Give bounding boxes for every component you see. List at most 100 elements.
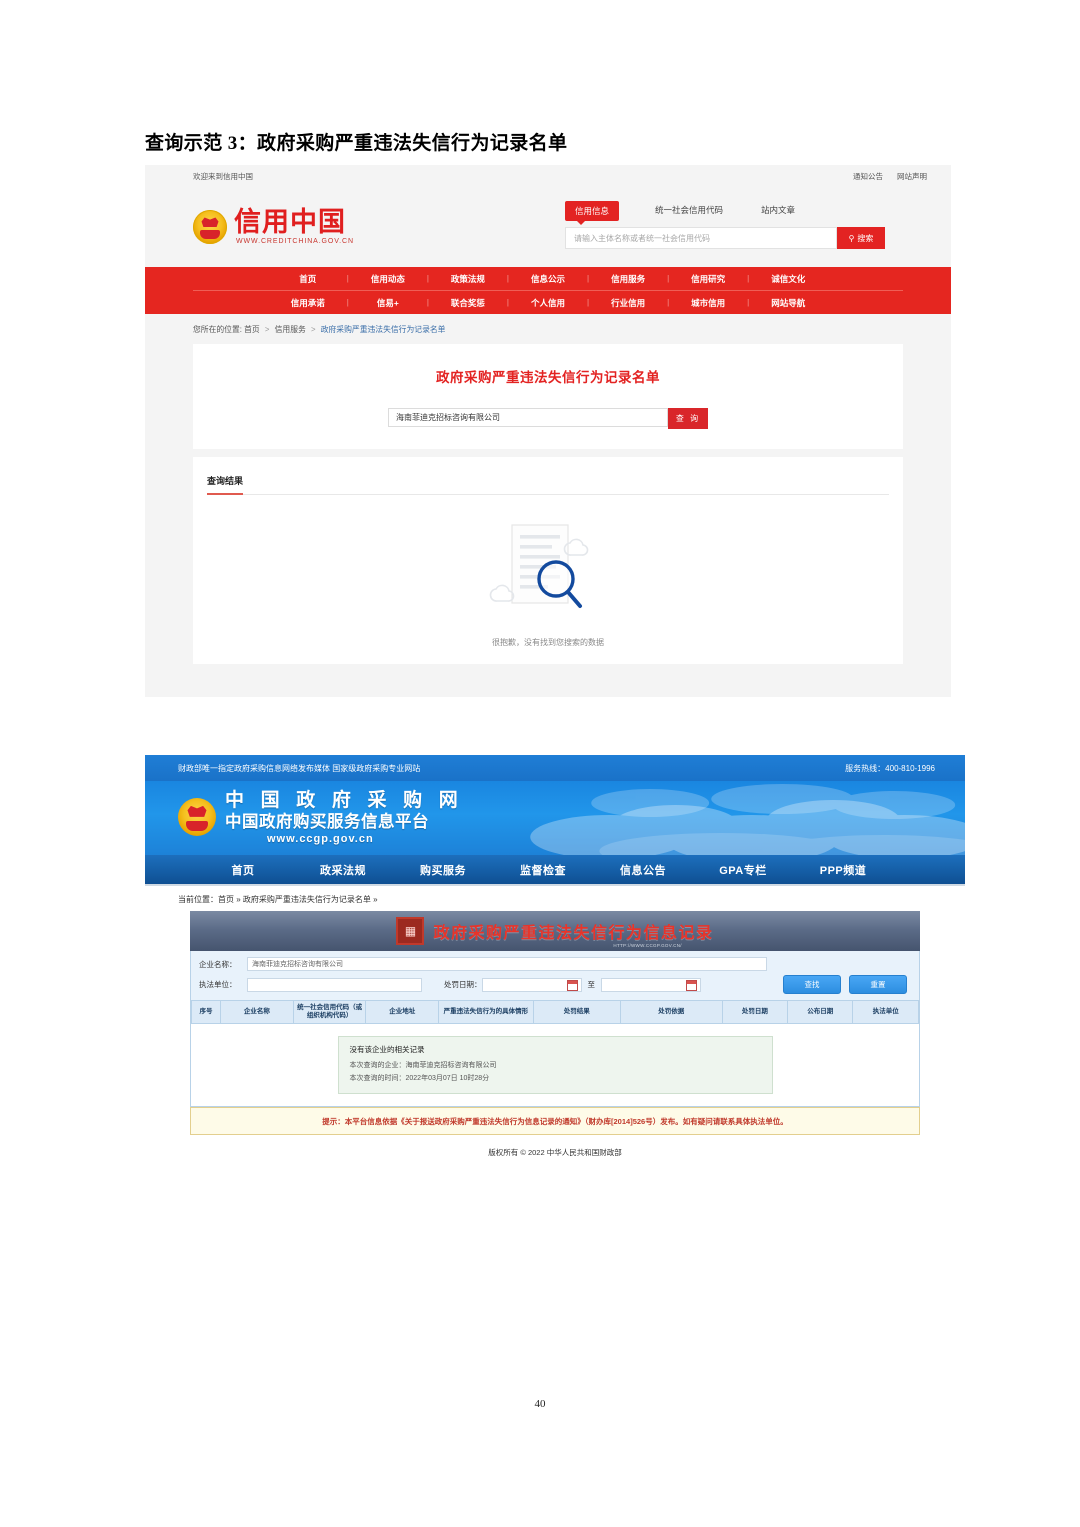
ccgp-nav-regulations[interactable]: 政采法规 bbox=[293, 862, 393, 878]
search-button[interactable]: 查找 bbox=[783, 975, 841, 994]
ccgp-nav-home[interactable]: 首页 bbox=[193, 862, 293, 878]
tab-site-articles[interactable]: 站内文章 bbox=[759, 201, 797, 219]
breadcrumb-item-service[interactable]: 信用服务 bbox=[275, 325, 306, 334]
creditchina-searchbox: 信用信息 统一社会信用代码 站内文章 请输入主体名称或者统一社会信用代码 ⚲ 搜… bbox=[565, 201, 885, 249]
search-tabs: 信用信息 统一社会信用代码 站内文章 bbox=[565, 201, 885, 225]
nav-item-credit-service[interactable]: 信用服务 bbox=[589, 273, 667, 285]
col-penalty-basis: 处罚依据 bbox=[619, 999, 723, 1025]
cloud-background bbox=[529, 784, 965, 855]
agency-input[interactable] bbox=[247, 977, 422, 992]
col-unified-code: 统一社会信用代码（或组织机构代码） bbox=[292, 999, 367, 1025]
calendar-icon[interactable] bbox=[566, 980, 578, 991]
search-button[interactable]: ⚲ 搜索 bbox=[837, 227, 885, 249]
topbar-link-notice[interactable]: 通知公告 bbox=[853, 171, 883, 182]
creditchina-nav: 首页 | 信用动态 | 政策法规 | 信息公示 | 信用服务 | 信用研究 | 诚信文化 信… bbox=[145, 267, 951, 314]
nav-item-city-credit[interactable]: 城市信用 bbox=[669, 297, 747, 309]
ccgp-title-secondary: 中国政府购买服务信息平台 bbox=[225, 811, 429, 831]
form-row-agency-date: 执法单位： 处罚日期： 至 查找 重置 bbox=[199, 975, 911, 994]
nav-item-personal-credit[interactable]: 个人信用 bbox=[509, 297, 587, 309]
ccgp-banner: 中 国 政 府 采 购 网 中国政府购买服务信息平台 www.ccgp.gov.… bbox=[145, 781, 965, 855]
nav-item-site-map[interactable]: 网站导航 bbox=[749, 297, 827, 309]
records-table: 序号 企业名称 统一社会信用代码（或组织机构代码） 企业地址 严重违法失信行为的… bbox=[190, 999, 919, 1025]
tab-credit-info[interactable]: 信用信息 bbox=[565, 201, 620, 225]
queried-company: 本次查询的企业：海南菲迪克招标咨询有限公司 bbox=[349, 1062, 497, 1070]
page-number: 40 bbox=[534, 1398, 546, 1410]
no-record-title: 没有该企业的相关记录 bbox=[349, 1045, 425, 1055]
reset-button[interactable]: 重置 bbox=[849, 975, 907, 994]
breadcrumb-item-home[interactable]: 首页 bbox=[244, 325, 260, 334]
breadcrumb-item-current: 政府采购严重违法失信行为记录名单 bbox=[320, 325, 446, 334]
topbar-links: 通知公告 网站声明 bbox=[853, 171, 927, 182]
col-penalty-date: 处罚日期 bbox=[721, 999, 789, 1025]
date-from-input[interactable] bbox=[481, 977, 582, 992]
col-violation: 严重违法失信行为的具体情形 bbox=[438, 999, 534, 1025]
ccgp-url: www.ccgp.gov.cn bbox=[267, 832, 374, 845]
ccgp-nav-gpa[interactable]: GPA专栏 bbox=[693, 862, 793, 878]
col-penalty-result: 处罚结果 bbox=[532, 999, 621, 1025]
queried-time: 本次查询的时间：2022年03月07日 10时28分 bbox=[349, 1075, 490, 1083]
company-name-input[interactable]: 海南菲迪克招标咨询有限公司 bbox=[247, 957, 767, 971]
query-card: 政府采购严重违法失信行为记录名单 海南菲迪克招标咨询有限公司 查 询 bbox=[193, 344, 903, 449]
ccgp-nav-supervision[interactable]: 监督检查 bbox=[493, 862, 593, 878]
ccgp-nav: 首页 政采法规 购买服务 监督检查 信息公告 GPA专栏 PPP频道 bbox=[145, 855, 965, 886]
screenshot-ccgp: 财政部唯一指定政府采购信息网络发布媒体 国家级政府采购专业网站 服务热线：400… bbox=[145, 755, 965, 1220]
nav-item-credit-commitment[interactable]: 信用承诺 bbox=[269, 297, 347, 309]
nav-item-credit-research[interactable]: 信用研究 bbox=[669, 273, 747, 285]
empty-state-text: 很抱歉，没有找到您搜索的数据 bbox=[492, 638, 604, 647]
search-icon: ⚲ bbox=[848, 233, 855, 243]
ccgp-topstrip: 财政部唯一指定政府采购信息网络发布媒体 国家级政府采购专业网站 服务热线：400… bbox=[145, 755, 965, 781]
search-button-label: 搜索 bbox=[857, 233, 874, 243]
company-query-input[interactable]: 海南菲迪克招标咨询有限公司 bbox=[388, 408, 668, 427]
ccgp-record-title: 政府采购严重违法失信行为信息记录 bbox=[433, 925, 714, 942]
nav-item-credit-news[interactable]: 信用动态 bbox=[349, 273, 427, 285]
nav-item-xinyi-plus[interactable]: 信易+ bbox=[349, 297, 427, 309]
breadcrumb-prefix: 您所在的位置: bbox=[193, 325, 242, 334]
ccgp-breadcrumb: 当前位置：首页 » 政府采购严重违法失信行为记录名单 » bbox=[178, 895, 378, 904]
nav-item-policy[interactable]: 政策法规 bbox=[429, 273, 507, 285]
empty-state: 很抱歉，没有找到您搜索的数据 bbox=[193, 495, 903, 648]
ccgp-record-titlebar: ▦ 政府采购严重违法失信行为信息记录 HTTP://WWW.CCGP.GOV.C… bbox=[190, 911, 920, 951]
national-emblem-icon bbox=[193, 210, 227, 244]
no-record-message: 没有该企业的相关记录 本次查询的企业：海南菲迪克招标咨询有限公司 本次查询的时间… bbox=[337, 1036, 773, 1095]
col-publish-date: 公布日期 bbox=[787, 999, 854, 1025]
query-button[interactable]: 查 询 bbox=[668, 408, 708, 429]
ccgp-nav-announcements[interactable]: 信息公告 bbox=[593, 862, 693, 878]
agency-label: 执法单位： bbox=[199, 980, 237, 989]
result-heading: 查询结果 bbox=[207, 474, 244, 495]
nav-item-industry-credit[interactable]: 行业信用 bbox=[589, 297, 667, 309]
penalty-date-label: 处罚日期： bbox=[444, 980, 482, 989]
topbar-link-statement[interactable]: 网站声明 bbox=[897, 171, 927, 182]
breadcrumb-separator: > bbox=[310, 325, 316, 334]
nav-item-joint-reward[interactable]: 联合奖惩 bbox=[429, 297, 507, 309]
calendar-icon[interactable] bbox=[686, 980, 697, 991]
col-enforcement-unit: 执法单位 bbox=[852, 999, 919, 1025]
table-header-row: 序号 企业名称 统一社会信用代码（或组织机构代码） 企业地址 严重违法失信行为的… bbox=[190, 999, 919, 1025]
search-input[interactable]: 请输入主体名称或者统一社会信用代码 bbox=[565, 227, 837, 249]
ccgp-nav-purchase-service[interactable]: 购买服务 bbox=[393, 862, 493, 878]
nav-row-primary: 首页 | 信用动态 | 政策法规 | 信息公示 | 信用服务 | 信用研究 | 诚信文化 bbox=[193, 267, 903, 291]
nav-item-integrity-culture[interactable]: 诚信文化 bbox=[749, 273, 827, 285]
breadcrumb: 您所在的位置: 首页 > 信用服务 > 政府采购严重违法失信行为记录名单 bbox=[145, 314, 951, 344]
creditchina-topbar: 欢迎来到信用中国 通知公告 网站声明 bbox=[145, 165, 951, 187]
ccgp-nav-ppp[interactable]: PPP频道 bbox=[793, 862, 893, 878]
ccgp-search-form: 企业名称： 海南菲迪克招标咨询有限公司 执法单位： 处罚日期： 至 查找 重置 bbox=[191, 951, 919, 1000]
page-title: 查询示范 3：政府采购严重违法失信行为记录名单 bbox=[145, 133, 568, 154]
col-index: 序号 bbox=[190, 999, 222, 1025]
date-to-input[interactable] bbox=[601, 977, 701, 992]
ccgp-copyright: 版权所有 © 2022 中华人民共和国财政部 bbox=[488, 1148, 622, 1158]
no-record-wrapper: 没有该企业的相关记录 本次查询的企业：海南菲迪克招标咨询有限公司 本次查询的时间… bbox=[191, 1024, 919, 1106]
tab-unified-code[interactable]: 统一社会信用代码 bbox=[653, 201, 725, 219]
col-company: 企业名称 bbox=[220, 999, 294, 1025]
nav-item-disclosure[interactable]: 信息公示 bbox=[509, 273, 587, 285]
col-address: 企业地址 bbox=[365, 999, 440, 1025]
welcome-text: 欢迎来到信用中国 bbox=[193, 171, 253, 181]
date-separator: 至 bbox=[587, 980, 596, 989]
nav-row-secondary: 信用承诺 | 信易+ | 联合奖惩 | 个人信用 | 行业信用 | 城市信用 | 网站导航 bbox=[193, 291, 903, 314]
ccgp-hotline: 服务热线：400-810-1996 bbox=[845, 763, 935, 773]
ccgp-notice: 提示：本平台信息依据《关于报送政府采购严重违法失信行为信息记录的通知》（财办库[… bbox=[190, 1107, 920, 1136]
nav-item-home[interactable]: 首页 bbox=[269, 273, 347, 285]
creditchina-logo[interactable]: 信用中国 WWW.CREDITCHINA.GOV.CN bbox=[193, 208, 354, 245]
query-card-title: 政府采购严重违法失信行为记录名单 bbox=[436, 370, 660, 385]
ccgp-notice-text: 提示：本平台信息依据《关于报送政府采购严重违法失信行为信息记录的通知》（财办库[… bbox=[322, 1116, 788, 1126]
ccgp-topstrip-tagline: 财政部唯一指定政府采购信息网络发布媒体 国家级政府采购专业网站 bbox=[178, 763, 421, 773]
